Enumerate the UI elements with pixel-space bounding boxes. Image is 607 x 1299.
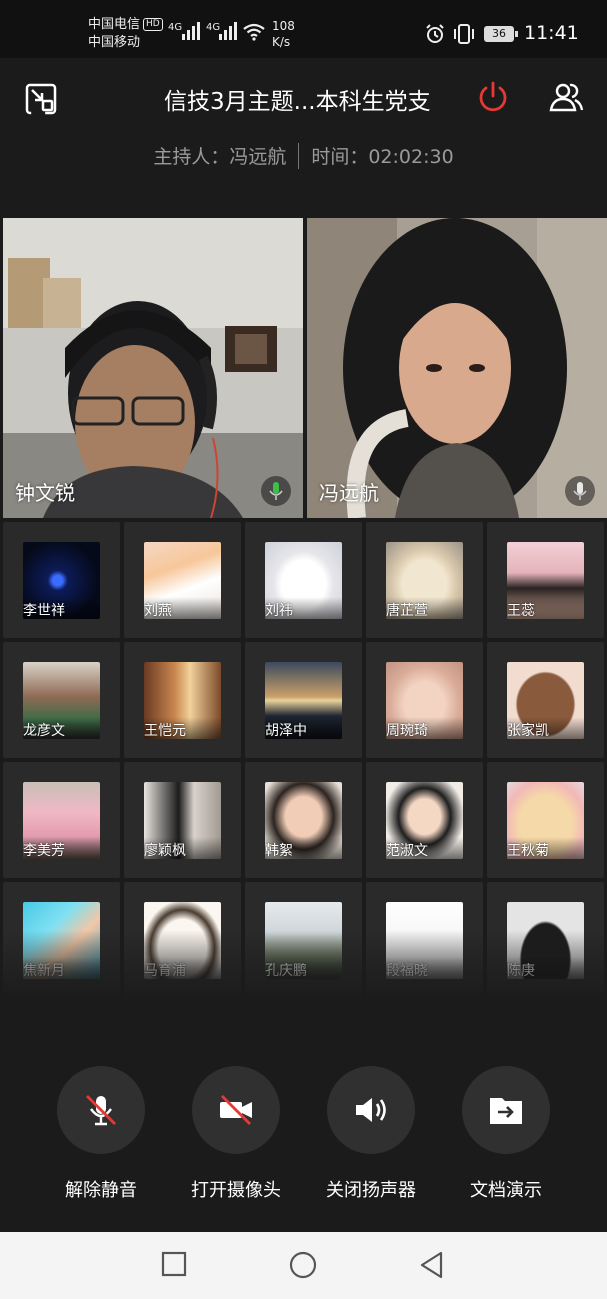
host-label: 主持人：冯远航 bbox=[153, 146, 287, 168]
vibrate-icon bbox=[454, 24, 474, 44]
meeting-header: 信技3月主题...本科生党支 主持人：冯远航 时间：02:02:30 bbox=[0, 58, 607, 218]
camera-label: 打开摄像头 bbox=[191, 1180, 281, 1201]
network-speed: 108 K/s bbox=[272, 18, 295, 50]
participant-name: 刘祎 bbox=[265, 603, 293, 619]
participant-tile[interactable]: 孔庆鹏 bbox=[245, 882, 362, 998]
participant-tile[interactable]: 张家凯 bbox=[487, 642, 604, 758]
unmute-label: 解除静音 bbox=[65, 1180, 137, 1201]
end-meeting-power-icon[interactable] bbox=[476, 80, 510, 114]
camera-off-icon bbox=[192, 1066, 280, 1154]
signal-icon bbox=[182, 22, 200, 40]
recent-apps-icon[interactable] bbox=[160, 1250, 188, 1278]
participant-tile[interactable]: 刘祎 bbox=[245, 522, 362, 638]
minimize-window-icon[interactable] bbox=[24, 82, 58, 116]
system-nav-bar bbox=[0, 1232, 607, 1299]
video-feed-1 bbox=[3, 218, 303, 518]
video-feed-2 bbox=[307, 218, 607, 518]
participant-tile[interactable]: 范淑文 bbox=[366, 762, 483, 878]
hd-badge: HD bbox=[143, 18, 163, 31]
participants-icon[interactable] bbox=[548, 80, 584, 116]
carrier-1: 中国电信 bbox=[88, 17, 141, 32]
participant-name: 王蕊 bbox=[507, 603, 535, 619]
participant-tile[interactable]: 刘燕 bbox=[124, 522, 241, 638]
participant-name: 马育浦 bbox=[144, 963, 186, 979]
participant-name: 李世祥 bbox=[23, 603, 65, 619]
mic-active-icon bbox=[261, 476, 291, 506]
participant-tile[interactable]: 李世祥 bbox=[3, 522, 120, 638]
signal-icon-2 bbox=[219, 22, 237, 40]
participant-name: 范淑文 bbox=[386, 843, 428, 859]
participant-name: 孔庆鹏 bbox=[265, 963, 307, 979]
folder-share-icon bbox=[462, 1066, 550, 1154]
participant-name: 韩絮 bbox=[265, 843, 293, 859]
participant-tile[interactable]: 李美芳 bbox=[3, 762, 120, 878]
participant-name: 李美芳 bbox=[23, 843, 65, 859]
participant-name: 唐芷萱 bbox=[386, 603, 428, 619]
participant-tile[interactable]: 陈庚 bbox=[487, 882, 604, 998]
document-share-button[interactable]: 文档演示 bbox=[441, 1066, 571, 1202]
participant-tile[interactable]: 王蕊 bbox=[487, 522, 604, 638]
camera-button[interactable]: 打开摄像头 bbox=[171, 1066, 301, 1202]
participant-tile[interactable]: 周琬琦 bbox=[366, 642, 483, 758]
participant-name: 段福晓 bbox=[386, 963, 428, 979]
participant-name: 廖颖枫 bbox=[144, 843, 186, 859]
participant-tile[interactable]: 龙彦文 bbox=[3, 642, 120, 758]
elapsed-time: 时间：02:02:30 bbox=[311, 146, 454, 168]
participant-tile[interactable]: 王恺元 bbox=[124, 642, 241, 758]
speaker-icon bbox=[327, 1066, 415, 1154]
battery-level: 36 bbox=[484, 26, 514, 42]
wifi-icon bbox=[243, 23, 265, 41]
battery-icon bbox=[515, 31, 518, 37]
video-participant-name: 钟文锐 bbox=[15, 481, 75, 505]
video-tile-1[interactable]: 钟文锐 bbox=[3, 218, 303, 518]
speed-value: 108 bbox=[272, 19, 295, 33]
video-tile-2[interactable]: 冯远航 bbox=[307, 218, 607, 518]
home-icon[interactable] bbox=[288, 1250, 318, 1280]
back-icon[interactable] bbox=[418, 1250, 446, 1280]
carrier-info: 中国电信 HD 中国移动 bbox=[88, 16, 163, 52]
carrier-2: 中国移动 bbox=[88, 35, 141, 50]
participant-grid: 李世祥 刘燕 刘祎 唐芷萱 王蕊 龙彦文 王恺元 胡泽中 周琬琦 张家凯 李美芳 bbox=[3, 522, 604, 998]
participant-name: 张家凯 bbox=[507, 723, 549, 739]
participant-name: 刘燕 bbox=[144, 603, 172, 619]
speaker-label: 关闭扬声器 bbox=[326, 1180, 416, 1201]
participant-tile[interactable]: 胡泽中 bbox=[245, 642, 362, 758]
alarm-icon bbox=[426, 24, 444, 43]
mic-off-icon bbox=[57, 1066, 145, 1154]
participant-tile[interactable]: 马育浦 bbox=[124, 882, 241, 998]
participant-name: 王恺元 bbox=[144, 723, 186, 739]
status-bar: 中国电信 HD 中国移动 4G 4G 108 K/s 36 11:41 bbox=[0, 0, 607, 58]
participant-name: 王秋菊 bbox=[507, 843, 549, 859]
speaker-button[interactable]: 关闭扬声器 bbox=[306, 1066, 436, 1202]
document-share-label: 文档演示 bbox=[470, 1180, 542, 1201]
participant-tile[interactable]: 焦新月 bbox=[3, 882, 120, 998]
participant-tile[interactable]: 唐芷萱 bbox=[366, 522, 483, 638]
clock: 11:41 bbox=[524, 22, 579, 44]
participant-name: 焦新月 bbox=[23, 963, 65, 979]
speed-unit: K/s bbox=[272, 35, 291, 49]
participant-name: 周琬琦 bbox=[386, 723, 428, 739]
unmute-button[interactable]: 解除静音 bbox=[36, 1066, 166, 1202]
participant-name: 胡泽中 bbox=[265, 723, 307, 739]
participant-name: 陈庚 bbox=[507, 963, 535, 979]
participant-tile[interactable]: 王秋菊 bbox=[487, 762, 604, 878]
participant-tile[interactable]: 韩絮 bbox=[245, 762, 362, 878]
video-participant-name: 冯远航 bbox=[319, 481, 379, 505]
participant-name: 龙彦文 bbox=[23, 723, 65, 739]
participant-tile[interactable]: 廖颖枫 bbox=[124, 762, 241, 878]
meeting-title: 信技3月主题...本科生党支 bbox=[164, 89, 431, 115]
participant-tile[interactable]: 段福晓 bbox=[366, 882, 483, 998]
meta-divider bbox=[298, 143, 300, 169]
mic-icon bbox=[565, 476, 595, 506]
meeting-meta: 主持人：冯远航 时间：02:02:30 bbox=[0, 142, 607, 169]
